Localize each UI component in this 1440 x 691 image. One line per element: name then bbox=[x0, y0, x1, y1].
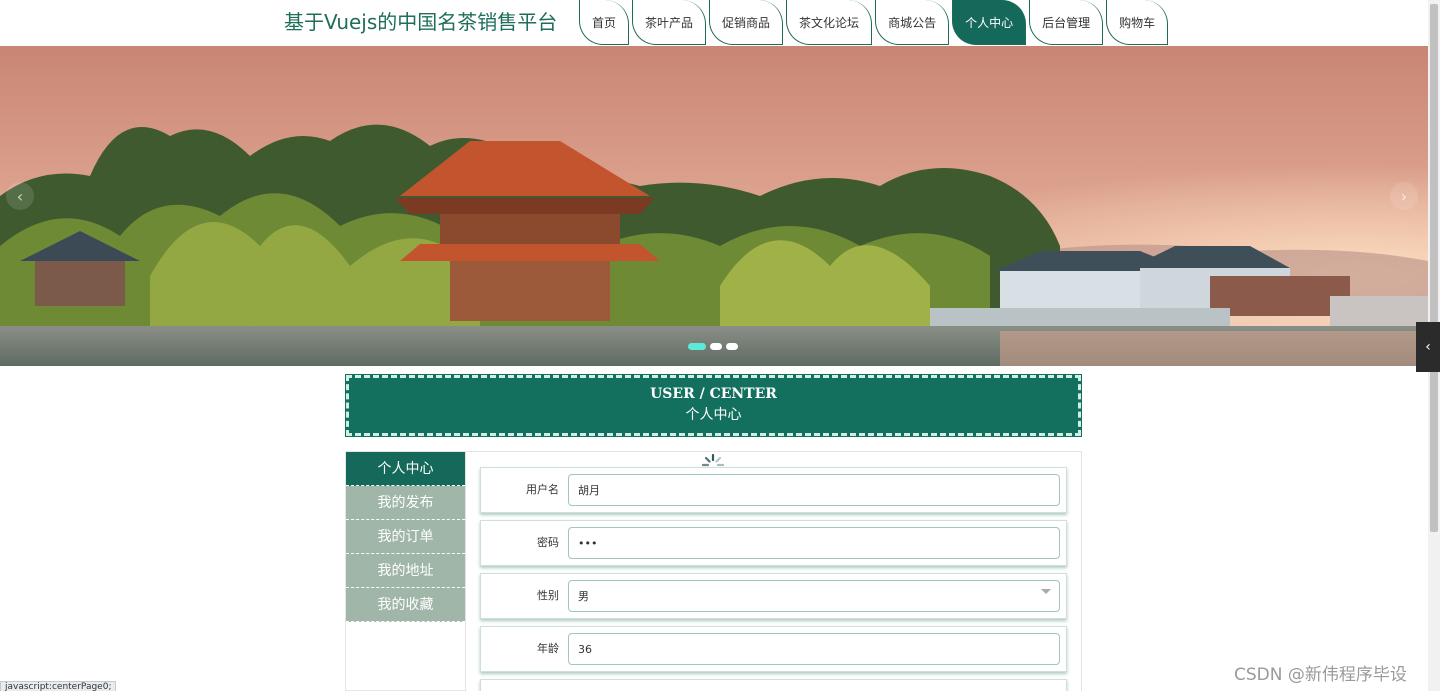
nav-item-tea-products[interactable]: 茶叶产品 bbox=[632, 0, 707, 45]
carousel-dot-2[interactable] bbox=[710, 343, 722, 350]
side-menu-item-profile[interactable]: 个人中心 bbox=[346, 452, 465, 486]
scrollbar-thumb[interactable] bbox=[1430, 4, 1438, 532]
banner-carousel: ‹ › bbox=[0, 46, 1428, 366]
carousel-dot-3[interactable] bbox=[726, 343, 738, 350]
age-input[interactable] bbox=[568, 633, 1060, 665]
password-label: 密码 bbox=[537, 536, 559, 549]
nav-item-tea-forum[interactable]: 茶文化论坛 bbox=[786, 0, 873, 45]
age-label: 年龄 bbox=[537, 642, 559, 655]
csdn-watermark: CSDN @新伟程序毕设 bbox=[1234, 665, 1407, 685]
nav-item-cart[interactable]: 购物车 bbox=[1106, 0, 1169, 45]
password-input[interactable] bbox=[568, 527, 1060, 559]
username-label: 用户名 bbox=[526, 483, 559, 496]
carousel-indicators bbox=[688, 343, 738, 350]
form-row-password: 密码 bbox=[480, 520, 1067, 566]
form-row-gender: 性别 bbox=[480, 573, 1067, 619]
user-center-heading: USER / CENTER 个人中心 bbox=[345, 374, 1082, 437]
banner-image bbox=[0, 46, 1428, 366]
user-side-menu: 个人中心 我的发布 我的订单 我的地址 我的收藏 bbox=[345, 451, 466, 691]
banner-next-button[interactable]: › bbox=[1390, 182, 1418, 210]
heading-english: USER / CENTER bbox=[650, 386, 777, 402]
status-bar-url: javascript:centerPage0; bbox=[0, 681, 117, 691]
nav-item-announcements[interactable]: 商城公告 bbox=[875, 0, 950, 45]
form-row-next bbox=[480, 679, 1067, 691]
nav-item-promotions[interactable]: 促销商品 bbox=[709, 0, 784, 45]
banner-prev-button[interactable]: ‹ bbox=[6, 182, 34, 210]
side-menu-item-my-orders[interactable]: 我的订单 bbox=[346, 520, 465, 554]
main-nav: 首页 茶叶产品 促销商品 茶文化论坛 商城公告 个人中心 后台管理 购物车 bbox=[579, 0, 1171, 46]
carousel-dot-1[interactable] bbox=[688, 343, 706, 350]
site-title[interactable]: 基于Vuejs的中国名茶销售平台 bbox=[284, 6, 557, 35]
page: 基于Vuejs的中国名茶销售平台 首页 茶叶产品 促销商品 茶文化论坛 商城公告… bbox=[0, 0, 1440, 691]
heading-chinese: 个人中心 bbox=[685, 407, 742, 423]
form-row-username: 用户名 bbox=[480, 467, 1067, 513]
username-input[interactable] bbox=[568, 474, 1060, 506]
gender-label: 性别 bbox=[537, 589, 559, 602]
header: 基于Vuejs的中国名茶销售平台 首页 茶叶产品 促销商品 茶文化论坛 商城公告… bbox=[0, 0, 1428, 46]
side-menu-item-my-posts[interactable]: 我的发布 bbox=[346, 486, 465, 520]
gender-select[interactable] bbox=[568, 580, 1060, 612]
nav-item-admin[interactable]: 后台管理 bbox=[1029, 0, 1104, 45]
nav-item-home[interactable]: 首页 bbox=[579, 0, 630, 45]
nav-item-user-center[interactable]: 个人中心 bbox=[952, 0, 1027, 45]
side-menu-item-my-favorites[interactable]: 我的收藏 bbox=[346, 588, 465, 622]
sidebar-toggle-button[interactable]: ‹ bbox=[1416, 322, 1440, 372]
profile-form: 用户名 密码 性别 年龄 bbox=[465, 451, 1082, 691]
side-menu-item-my-address[interactable]: 我的地址 bbox=[346, 554, 465, 588]
form-row-age: 年龄 bbox=[480, 626, 1067, 672]
